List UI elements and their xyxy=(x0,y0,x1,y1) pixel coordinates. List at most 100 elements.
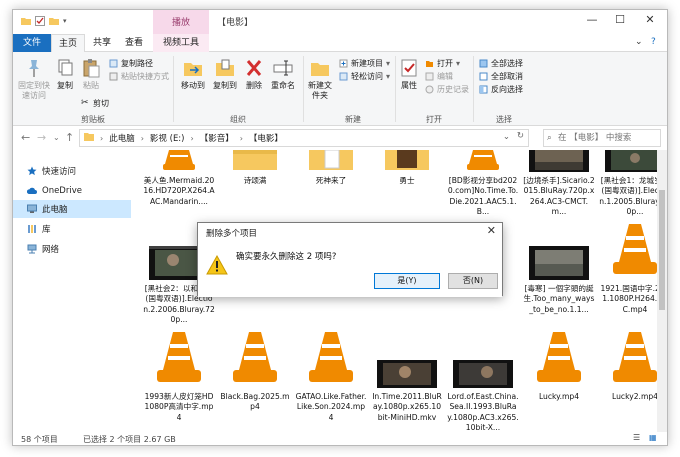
refresh-icon[interactable]: ↻ xyxy=(517,131,524,141)
copy-to-button[interactable]: 复制到 xyxy=(210,58,240,91)
file-tile[interactable]: 1921.国语中字.2021.1080P.H264.AAC.mp4 xyxy=(599,222,659,330)
move-to-button[interactable]: 移动到 xyxy=(178,58,208,91)
vlc-icon xyxy=(447,150,519,175)
new-folder-button[interactable]: 新建文件夹 xyxy=(305,58,335,101)
file-tile[interactable]: Black.Bag.2025.mp4 xyxy=(219,330,291,430)
copy-button[interactable]: 复制 xyxy=(53,58,77,91)
history-button[interactable]: 历史记录 xyxy=(425,84,469,95)
open-group-label: 打开 xyxy=(426,115,442,124)
folder-tile[interactable]: 死神来了 xyxy=(295,150,367,220)
dialog-close-button[interactable]: ✕ xyxy=(487,224,496,237)
recent-locations-icon[interactable]: ⌄ xyxy=(53,133,60,142)
file-name: [边境杀手].Sicario.2015.BluRay.720p.x264.AC3… xyxy=(523,176,595,217)
select-all-button[interactable]: 全部选择 xyxy=(479,58,523,69)
back-button[interactable]: ← xyxy=(21,131,30,144)
address-dropdown-icon[interactable]: ⌄ xyxy=(503,132,510,142)
collapse-ribbon-icon[interactable]: ⌄ xyxy=(635,37,643,47)
folder-tile[interactable]: 诗颂满 xyxy=(219,150,291,220)
file-name: 死神来了 xyxy=(315,176,347,185)
file-tile[interactable]: 美人鱼.Mermaid.2016.HD720P.X264.AAC.Mandari… xyxy=(143,150,215,220)
no-button[interactable]: 否(N) xyxy=(448,273,498,289)
open-button[interactable]: 打开 ▾ xyxy=(425,58,460,69)
forward-button[interactable]: → xyxy=(37,131,46,144)
search-icon: ⌕ xyxy=(547,133,552,143)
paste-button[interactable]: 粘贴 xyxy=(79,58,103,91)
file-tile[interactable]: [BD影视分享bd2020.com]No.Time.To.Die.2021.AA… xyxy=(447,150,519,220)
vlc-icon xyxy=(219,330,291,389)
new-folder-label: 新建文件夹 xyxy=(308,81,332,100)
new-folder-icon[interactable] xyxy=(49,16,59,26)
breadcrumb-drive[interactable]: 影视 (E:) xyxy=(150,132,185,144)
cut-button[interactable]: ✂ 剪切 xyxy=(81,98,109,109)
pin-quick-access-button[interactable]: 固定到快速访问 xyxy=(17,58,51,101)
rename-label: 重命名 xyxy=(271,81,295,90)
edit-label: 编辑 xyxy=(437,72,453,81)
ribbon-divider xyxy=(473,56,474,122)
delete-x-icon xyxy=(243,58,265,78)
file-tile[interactable]: GATAO.Like.Father.Like.Son.2024.mp4 xyxy=(295,330,367,430)
tab-video-tools[interactable]: 视频工具 xyxy=(153,34,209,52)
tab-share[interactable]: 共享 xyxy=(87,34,117,52)
sidebar-item-onedrive[interactable]: OneDrive xyxy=(13,182,131,200)
sidebar-item-this-pc[interactable]: 此电脑 xyxy=(13,200,131,218)
video-thumbnail xyxy=(447,360,519,391)
cloud-icon xyxy=(26,186,37,196)
vertical-scrollbar[interactable] xyxy=(657,150,667,432)
select-group-label: 选择 xyxy=(496,115,512,124)
file-tile[interactable]: 1993新人皮灯笼HD1080P高清中字.mp4 xyxy=(143,330,215,430)
new-item-button[interactable]: 新建项目 ▾ xyxy=(339,58,390,69)
file-name: In.Time.2011.BluRay.1080p.x265.10bit-Min… xyxy=(372,392,442,422)
file-tile[interactable]: Lord.of.East.China.Sea.II.1993.BluRay.10… xyxy=(447,330,519,432)
easy-access-button[interactable]: 轻松访问 ▾ xyxy=(339,71,390,82)
close-button[interactable]: ✕ xyxy=(639,13,661,26)
search-input[interactable]: ⌕ 在 【电影】 中搜索 xyxy=(543,129,661,147)
delete-button[interactable]: 删除 xyxy=(242,58,266,91)
minimize-button[interactable]: — xyxy=(581,13,603,26)
tab-file[interactable]: 文件 xyxy=(13,34,51,52)
folder-tile[interactable]: 勇士 xyxy=(371,150,443,220)
invert-selection-button[interactable]: 反向选择 xyxy=(479,84,523,95)
large-icons-view-icon[interactable]: ▦ xyxy=(649,433,657,442)
open-label: 打开 xyxy=(437,59,453,68)
ribbon-divider xyxy=(173,56,174,122)
sidebar-item-label: OneDrive xyxy=(42,186,82,196)
properties-check-icon[interactable] xyxy=(35,16,45,26)
dialog-message: 确实要永久删除这 2 项吗? xyxy=(236,252,337,262)
sidebar-item-libraries[interactable]: 库 xyxy=(13,220,131,238)
help-icon[interactable]: ? xyxy=(651,37,656,47)
file-tile[interactable]: Lucky.mp4 xyxy=(523,330,595,430)
address-bar[interactable]: › 此电脑 › 影视 (E:) › 【影音】 › 【电影】 ⌄ ↻ xyxy=(79,129,529,147)
move-to-label: 移动到 xyxy=(181,81,205,90)
breadcrumb-media[interactable]: 【影音】 xyxy=(200,132,234,144)
video-thumbnail xyxy=(523,150,595,175)
delete-label: 删除 xyxy=(246,81,262,90)
new-folder-icon xyxy=(309,58,331,78)
paste-shortcut-button[interactable]: 粘贴快捷方式 xyxy=(109,71,169,82)
maximize-button[interactable]: ☐ xyxy=(609,13,631,26)
copy-path-button[interactable]: 复制路径 xyxy=(109,58,153,69)
properties-button[interactable]: 属性 xyxy=(397,58,421,91)
scrollbar-thumb[interactable] xyxy=(659,190,665,310)
breadcrumb-movies[interactable]: 【电影】 xyxy=(249,132,283,144)
select-none-button[interactable]: 全部取消 xyxy=(479,71,523,82)
rename-button[interactable]: 重命名 xyxy=(268,58,298,91)
breadcrumb-this-pc[interactable]: 此电脑 xyxy=(109,132,135,144)
tab-view[interactable]: 查看 xyxy=(119,34,149,52)
yes-button[interactable]: 是(Y) xyxy=(374,273,440,289)
up-button[interactable]: ↑ xyxy=(65,131,74,144)
file-tile[interactable]: [黑社会1：龙城岁月(国粤双语)].Election.1.2005.Bluray… xyxy=(599,150,659,220)
edit-button[interactable]: 编辑 xyxy=(425,71,453,82)
paste-shortcut-label: 粘贴快捷方式 xyxy=(121,72,169,81)
file-tile[interactable]: In.Time.2011.BluRay.1080p.x265.10bit-Min… xyxy=(371,330,443,430)
select-all-icon xyxy=(479,59,488,68)
file-name: 勇士 xyxy=(399,176,415,185)
sidebar-item-quick-access[interactable]: 快速访问 xyxy=(13,162,131,180)
customize-toolbar-icon[interactable]: ▾ xyxy=(63,16,73,26)
sidebar-item-network[interactable]: 网络 xyxy=(13,240,131,258)
tab-home[interactable]: 主页 xyxy=(51,34,85,52)
file-tile[interactable]: Lucky2.mp4 xyxy=(599,330,659,430)
invert-selection-icon xyxy=(479,85,488,94)
details-view-icon[interactable]: ☰ xyxy=(633,433,640,442)
file-tile[interactable]: [边境杀手].Sicario.2015.BluRay.720p.x264.AC3… xyxy=(523,150,595,220)
file-tile[interactable]: [毒寒] 一個字頭的誕生.Too_many_ways_to_be_no.1.1.… xyxy=(523,238,595,330)
